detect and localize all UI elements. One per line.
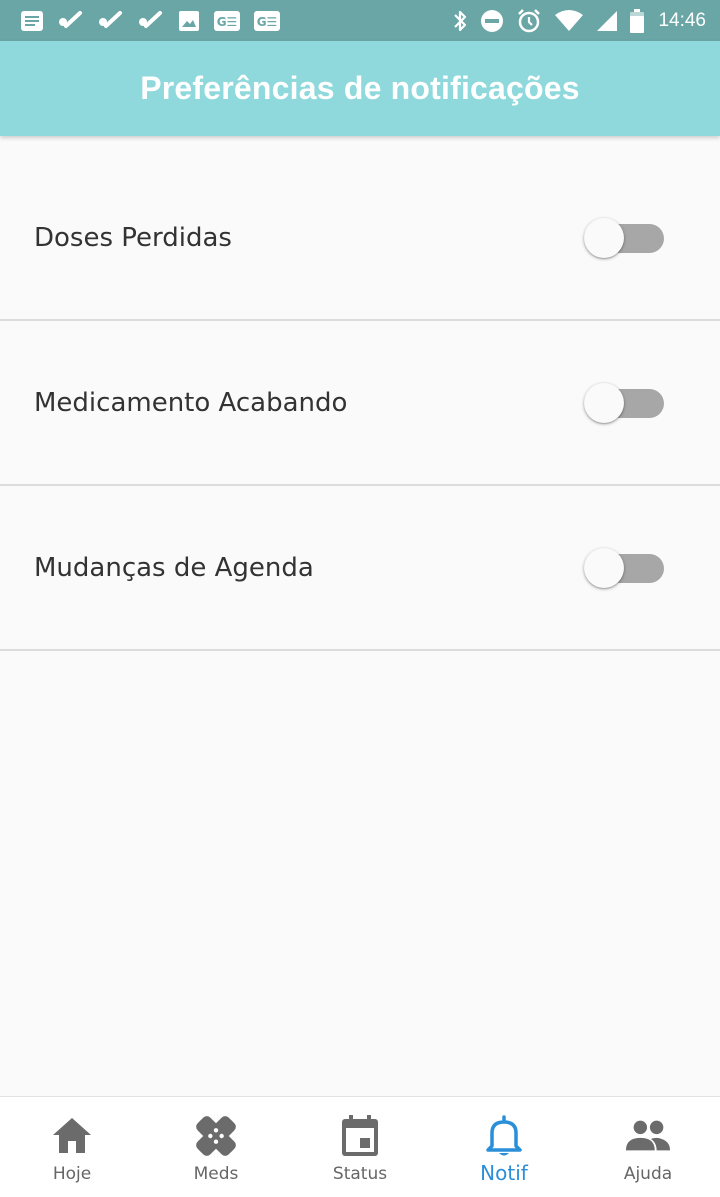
doses-perdidas-toggle[interactable] (584, 218, 664, 258)
pref-label: Medicamento Acabando (34, 387, 348, 418)
nav-item-ajuda[interactable]: Ajuda (576, 1097, 720, 1197)
pref-row-doses-perdidas: Doses Perdidas (0, 157, 720, 321)
medicamento-acabando-toggle[interactable] (584, 382, 664, 423)
check-icon (58, 10, 84, 31)
bandage-icon (193, 1113, 239, 1159)
people-icon (625, 1113, 671, 1159)
ge-icon: G☰ (254, 10, 280, 31)
wifi-icon (554, 9, 584, 32)
toggle-thumb (584, 382, 624, 423)
pref-label: Mudanças de Agenda (34, 552, 314, 583)
battery-icon (630, 8, 645, 33)
bell-icon (481, 1113, 527, 1159)
ge-icon: G☰ (214, 10, 240, 31)
nav-label: Status (332, 1164, 388, 1184)
signal-icon (596, 10, 618, 32)
svg-text:G☰: G☰ (257, 15, 278, 29)
notification-preferences-list: Doses Perdidas Medicamento Acabando Muda… (0, 157, 720, 651)
nav-label: Hoje (52, 1164, 92, 1184)
toggle-thumb (584, 218, 624, 258)
nav-item-hoje[interactable]: Hoje (0, 1097, 144, 1197)
message-icon (20, 10, 44, 32)
check-icon (138, 10, 164, 31)
app-bar: Preferências de notificações (0, 41, 720, 136)
nav-label: Meds (193, 1164, 239, 1184)
nav-label: Notif (480, 1161, 528, 1185)
check-icon (98, 10, 124, 31)
status-bar: G☰ G☰ 14:46 (0, 0, 720, 41)
clock: 14:46 (658, 9, 706, 31)
alarm-icon (516, 8, 542, 34)
image-icon (178, 10, 200, 32)
pref-label: Doses Perdidas (34, 223, 232, 253)
system-icons: 14:46 (440, 0, 706, 41)
nav-item-meds[interactable]: Meds (144, 1097, 288, 1197)
bluetooth-icon (452, 9, 468, 33)
toggle-thumb (584, 547, 624, 588)
notification-icons: G☰ G☰ (20, 0, 294, 41)
pref-row-medicamento-acabando: Medicamento Acabando (0, 321, 720, 486)
calendar-icon (337, 1113, 383, 1159)
bottom-navigation: Hoje Meds Status Notif Ajuda (0, 1096, 720, 1197)
do-not-disturb-icon (480, 9, 504, 33)
nav-item-notif[interactable]: Notif (432, 1097, 576, 1197)
nav-item-status[interactable]: Status (288, 1097, 432, 1197)
pref-row-mudancas-de-agenda: Mudanças de Agenda (0, 486, 720, 651)
home-icon (49, 1113, 95, 1159)
mudancas-de-agenda-toggle[interactable] (584, 547, 664, 588)
svg-text:G☰: G☰ (217, 15, 238, 29)
nav-label: Ajuda (623, 1164, 673, 1184)
page-title: Preferências de notificações (140, 70, 580, 106)
